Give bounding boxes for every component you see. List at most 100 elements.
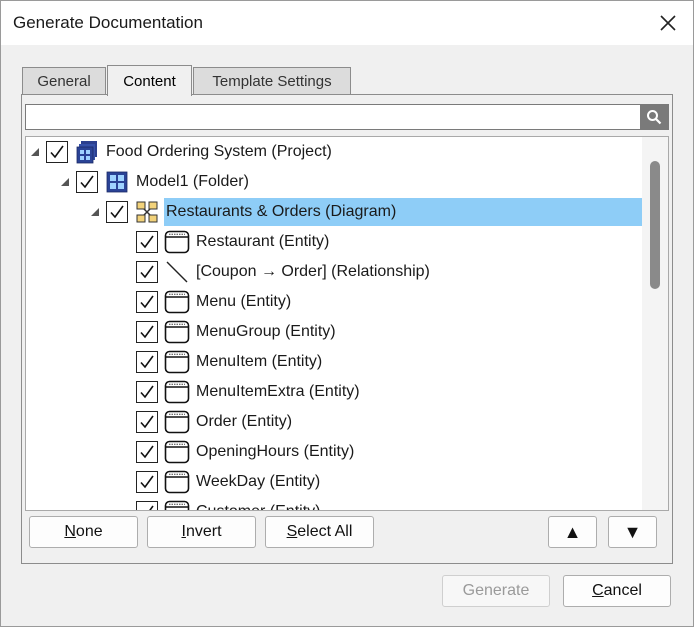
invert-selection-button[interactable]: Invert — [147, 516, 256, 548]
tree-checkbox[interactable] — [136, 231, 158, 253]
button-label: ancel — [603, 582, 642, 599]
tree-row-label: Restaurant (Entity) — [196, 233, 330, 250]
tree-row-label: Order (Entity) — [196, 413, 293, 430]
checkmark-icon — [140, 415, 154, 429]
tree-row-entity[interactable]: MenuItem (Entity) — [136, 347, 668, 377]
folder-model-icon — [104, 169, 130, 195]
checkmark-icon — [80, 175, 94, 189]
button-label: nvert — [185, 523, 222, 540]
select-all-button[interactable]: Select All — [265, 516, 374, 548]
content-tree[interactable]: Food Ordering System (Project) Model1 (F… — [25, 136, 669, 511]
tree-checkbox[interactable] — [136, 261, 158, 283]
close-icon — [660, 15, 676, 31]
entity-icon — [164, 409, 190, 435]
tree-row-label: Customer (Entity) — [194, 498, 322, 510]
tree-row-folder[interactable]: Model1 (Folder) — [58, 167, 668, 197]
tree-row-entity[interactable]: Customer (Entity) — [136, 497, 668, 510]
checkmark-icon — [140, 355, 154, 369]
tree-checkbox[interactable] — [136, 351, 158, 373]
entity-icon — [164, 319, 190, 345]
tree-row-entity[interactable]: MenuGroup (Entity) — [136, 317, 668, 347]
entity-icon — [164, 499, 190, 510]
tree-checkbox[interactable] — [136, 291, 158, 313]
tab-general[interactable]: General — [22, 67, 106, 95]
tree-row-label: MenuGroup (Entity) — [196, 323, 336, 340]
tree-row-label: MenuItemExtra (Entity) — [196, 383, 360, 400]
tree-row-label: OpeningHours (Entity) — [196, 443, 355, 460]
dialog-title: Generate Documentation — [13, 13, 203, 32]
entity-icon — [164, 469, 190, 495]
checkmark-icon — [140, 385, 154, 399]
tree-row-relationship[interactable]: [Coupon → Order] (Relationship) — [136, 257, 668, 287]
move-up-button[interactable]: ▲ — [548, 516, 597, 548]
checkmark-icon — [110, 205, 124, 219]
tree-row-diagram[interactable]: Restaurants & Orders (Diagram) — [88, 197, 668, 227]
title-bar: Generate Documentation — [1, 1, 693, 45]
arrow-down-icon: ▼ — [623, 521, 642, 542]
tree-checkbox[interactable] — [136, 321, 158, 343]
tree-row-project[interactable]: Food Ordering System (Project) — [28, 137, 648, 167]
tree-checkbox[interactable] — [46, 141, 68, 163]
tree-row-entity[interactable]: OpeningHours (Entity) — [136, 437, 668, 467]
checkmark-icon — [140, 325, 154, 339]
cancel-button[interactable]: Cancel — [563, 575, 671, 607]
entity-icon — [164, 289, 190, 315]
tree-row-label: [Coupon → Order] (Relationship) — [196, 263, 430, 280]
button-label: one — [75, 523, 103, 540]
checkmark-icon — [140, 475, 154, 489]
tree-row-entity[interactable]: WeekDay (Entity) — [136, 467, 668, 497]
entity-icon — [164, 229, 190, 255]
tree-row-label: WeekDay (Entity) — [196, 473, 321, 490]
tree-row-entity[interactable]: Order (Entity) — [136, 407, 668, 437]
entity-icon — [164, 349, 190, 375]
checkmark-icon — [140, 445, 154, 459]
close-button[interactable] — [649, 7, 687, 39]
checkmark-icon — [50, 145, 64, 159]
tree-checkbox[interactable] — [136, 441, 158, 463]
generate-button[interactable]: Generate — [442, 575, 550, 607]
expanded-arrow-icon[interactable] — [88, 197, 102, 227]
tree-checkbox[interactable] — [106, 201, 128, 223]
tab-content[interactable]: Content — [107, 65, 192, 96]
mnemonic-letter: S — [286, 523, 298, 540]
button-label: elect All — [297, 523, 353, 540]
checkmark-icon — [140, 235, 154, 249]
expanded-arrow-icon[interactable] — [28, 137, 42, 167]
tree-vertical-scrollbar[interactable] — [642, 137, 668, 510]
search-input[interactable] — [26, 105, 640, 129]
button-label: Generate — [462, 582, 530, 599]
tree-checkbox[interactable] — [136, 501, 158, 510]
mnemonic-letter: N — [64, 523, 76, 540]
search-button[interactable] — [640, 105, 668, 129]
arrow-up-icon: ▲ — [563, 521, 582, 542]
relationship-icon — [164, 259, 190, 285]
tree-checkbox[interactable] — [136, 411, 158, 433]
generate-documentation-dialog: Generate Documentation General Content T… — [0, 0, 694, 627]
tree-row-label: Model1 (Folder) — [136, 173, 249, 190]
tree-checkbox[interactable] — [136, 471, 158, 493]
search-icon — [647, 110, 662, 125]
select-none-button[interactable]: None — [29, 516, 138, 548]
tree-row-label: Menu (Entity) — [196, 293, 292, 310]
entity-icon — [164, 439, 190, 465]
tree-row-label: Food Ordering System (Project) — [106, 143, 332, 160]
checkmark-icon — [140, 265, 154, 279]
tree-row-entity[interactable]: Restaurant (Entity) — [136, 227, 668, 257]
tree-checkbox[interactable] — [136, 381, 158, 403]
checkmark-icon — [149, 505, 154, 510]
tree-row-entity[interactable]: MenuItemExtra (Entity) — [136, 377, 668, 407]
expanded-arrow-icon[interactable] — [58, 167, 72, 197]
tree-checkbox[interactable] — [76, 171, 98, 193]
project-icon — [74, 139, 100, 165]
tree-row-label: Restaurants & Orders (Diagram) — [164, 198, 649, 226]
tree-row-label: MenuItem (Entity) — [196, 353, 323, 370]
scrollbar-thumb[interactable] — [650, 161, 660, 289]
mnemonic-letter: C — [592, 582, 604, 599]
diagram-icon — [134, 199, 160, 225]
tree-row-entity[interactable]: Menu (Entity) — [136, 287, 668, 317]
tab-template-settings[interactable]: Template Settings — [193, 67, 351, 95]
content-tab-panel: Food Ordering System (Project) Model1 (F… — [21, 94, 673, 564]
search-box — [25, 104, 669, 130]
checkmark-icon — [140, 295, 154, 309]
move-down-button[interactable]: ▼ — [608, 516, 657, 548]
